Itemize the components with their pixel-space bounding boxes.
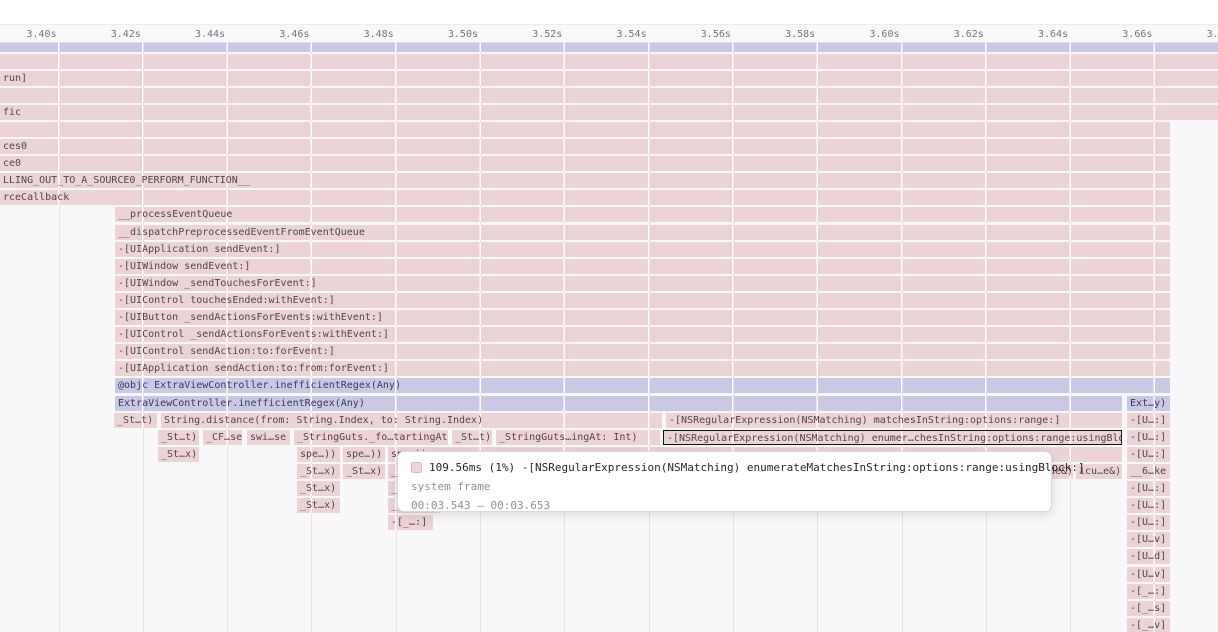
flame-bar[interactable]: run]	[0, 71, 1218, 86]
flame-bar[interactable]: -[U…v]	[1127, 567, 1170, 582]
flame-bar[interactable]: _St…t)	[452, 430, 492, 445]
flame-bar[interactable]: _StringGuts…ingAt: Int)	[496, 430, 660, 445]
top-strip	[0, 0, 1218, 25]
track-activity-strip[interactable]	[0, 43, 1218, 52]
flame-bar-selected[interactable]: -[NSRegularExpression(NSMatching) enumer…	[663, 430, 1122, 445]
flame-bar[interactable]: _St…x)	[297, 464, 340, 479]
tooltip-subtitle: system frame	[411, 477, 1039, 496]
flame-bar[interactable]: -[UIApplication sendEvent:]	[115, 242, 1170, 257]
flame-bar[interactable]: rceCallback	[0, 190, 1170, 205]
flame-bar[interactable]: -[_…s]	[1127, 601, 1170, 616]
flame-bar[interactable]: -[UIWindow sendEvent:]	[115, 259, 1170, 274]
flame-bar[interactable]	[0, 122, 1170, 137]
flame-bar[interactable]: _St…t)	[114, 413, 157, 428]
flame-bar[interactable]: fic	[0, 105, 1218, 120]
ruler-tick-label: 3.56s	[671, 29, 731, 40]
flame-bar[interactable]: __6…ke	[1127, 464, 1170, 479]
flame-bar[interactable]: -[_…:]	[388, 515, 433, 530]
flame-bar[interactable]: -[UIButton _sendActionsForEvents:withEve…	[115, 310, 1170, 325]
flame-bar[interactable]: _St…t)	[158, 430, 199, 445]
ruler-tick-label: 3.54s	[587, 29, 647, 40]
time-profiler-flame-chart: 3.40s 3.42s 3.44s 3.46s 3.48s 3.50s 3.52s 3.54s…	[0, 0, 1218, 632]
tooltip: 109.56ms (1%) -[NSRegularExpression(NSMa…	[397, 451, 1052, 512]
flame-bar[interactable]: -[UIWindow _sendTouchesForEvent:]	[115, 276, 1170, 291]
flame-bar[interactable]: _St…x)	[297, 498, 340, 513]
flame-bar[interactable]	[0, 88, 1218, 103]
ruler-tick-label: 3.66s	[1092, 29, 1152, 40]
flame-bar[interactable]: _St…x)	[158, 447, 199, 462]
ruler-tick-label: 3.58s	[755, 29, 815, 40]
flame-bar[interactable]: spe…))	[343, 447, 385, 462]
flame-bar[interactable]: -[U…:]	[1127, 481, 1170, 496]
flame-bar[interactable]: Ext…y)	[1127, 396, 1170, 411]
flame-bar[interactable]: -[U…:]	[1127, 413, 1170, 428]
flame-bar[interactable]	[0, 54, 1218, 69]
flame-bar[interactable]: __dispatchPreprocessedEventFromEventQueu…	[115, 225, 1170, 240]
flame-bar[interactable]: @objc ExtraViewController.inefficientReg…	[115, 378, 1170, 393]
flame-bar[interactable]: -[_…:]	[1127, 584, 1170, 599]
flame-bar[interactable]: __processEventQueue	[115, 207, 1170, 222]
flame-bar[interactable]: spe…))	[297, 447, 340, 462]
tooltip-timerange: 00:03.543 — 00:03.653	[411, 496, 1039, 515]
color-swatch-icon	[411, 462, 422, 473]
flame-bar[interactable]: -[U…:]	[1127, 430, 1170, 445]
flame-bar[interactable]: _St…x)	[343, 464, 385, 479]
flame-bar[interactable]: ce0	[0, 156, 1170, 171]
flame-bar[interactable]: LLING_OUT_TO_A_SOURCE0_PERFORM_FUNCTION_…	[0, 173, 1170, 188]
ruler-tick-label: 3.64s	[1008, 29, 1068, 40]
flame-bar[interactable]: -[U…v]	[1127, 532, 1170, 547]
ruler-tick-label: 3.60s	[840, 29, 900, 40]
flame-bar[interactable]: ces0	[0, 139, 1170, 154]
flame-bar[interactable]: -[UIControl _sendActionsForEvents:withEv…	[115, 327, 1170, 342]
ruler-tick-label: 3.50s	[418, 29, 478, 40]
ruler-tick-label: 3.62s	[924, 29, 984, 40]
flame-bar[interactable]: -[U…:]	[1127, 515, 1170, 530]
flame-bar[interactable]: -[_…v]	[1127, 618, 1170, 632]
flame-bar[interactable]: _CF…se	[203, 430, 242, 445]
flame-bar[interactable]: -[UIControl sendAction:to:forEvent:]	[115, 344, 1170, 359]
tooltip-title: 109.56ms (1%) -[NSRegularExpression(NSMa…	[429, 461, 1085, 474]
flame-bar[interactable]: -[U…d]	[1127, 549, 1170, 564]
flame-bar[interactable]: -[NSRegularExpression(NSMatching) matche…	[666, 413, 1122, 428]
ruler-tick-label: 3.52s	[502, 29, 562, 40]
ruler-tick-label: 3.48s	[334, 29, 394, 40]
flame-bar[interactable]: -[UIControl touchesEnded:withEvent:]	[115, 293, 1170, 308]
ruler-tick-label: 3.46s	[249, 29, 309, 40]
flame-bar[interactable]: _StringGuts._fo…tartingAt: Int)	[294, 430, 448, 445]
ruler-tick-label: 3.42s	[81, 29, 141, 40]
flame-bar[interactable]: -[U…:]	[1127, 447, 1170, 462]
time-ruler[interactable]: 3.40s 3.42s 3.44s 3.46s 3.48s 3.50s 3.52s 3.54s…	[0, 25, 1218, 43]
ruler-tick-label: 3.68s	[1177, 29, 1218, 40]
flame-bar[interactable]: String.distance(from: String.Index, to: …	[161, 413, 662, 428]
flame-bar[interactable]: -[U…:]	[1127, 498, 1170, 513]
tooltip-title-row: 109.56ms (1%) -[NSRegularExpression(NSMa…	[411, 458, 1039, 477]
flame-bar[interactable]: _St…x)	[297, 481, 340, 496]
flame-bar[interactable]: ExtraViewController.inefficientRegex(Any…	[115, 396, 1122, 411]
ruler-tick-label: 3.44s	[165, 29, 225, 40]
flame-bar[interactable]: swi…se	[247, 430, 290, 445]
ruler-tick-label: 3.40s	[0, 29, 57, 40]
flame-bar[interactable]: -[UIApplication sendAction:to:from:forEv…	[115, 361, 1170, 376]
